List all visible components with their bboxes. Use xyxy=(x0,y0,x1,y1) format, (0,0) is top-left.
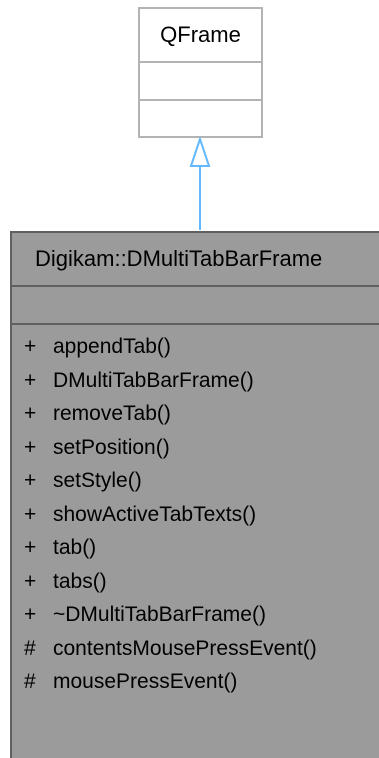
method-name: setPosition() xyxy=(53,435,170,459)
class-methods: + appendTab() + DMultiTabBarFrame() + removeT… xyxy=(12,325,379,699)
method-name: tabs() xyxy=(53,569,107,593)
method-visibility: # xyxy=(24,636,36,660)
method-visibility: + xyxy=(24,502,37,526)
method-name: setStyle() xyxy=(53,469,142,492)
method-name: tab() xyxy=(53,536,97,559)
method-row[interactable]: + tabs() xyxy=(12,565,379,599)
inheritance-arrowhead xyxy=(189,135,211,167)
method-name: contentsMousePressEvent() xyxy=(53,636,317,660)
method-visibility: + xyxy=(24,402,37,425)
method-row[interactable]: # contentsMousePressEvent() xyxy=(12,632,379,666)
method-visibility: + xyxy=(24,335,37,358)
class-attributes xyxy=(12,287,379,325)
method-name: removeTab() xyxy=(53,402,171,425)
class-name: Digikam::DMultiTabBarFrame xyxy=(12,233,379,287)
method-name: DMultiTabBarFrame() xyxy=(53,368,254,392)
parent-class-name: QFrame xyxy=(140,9,261,63)
method-name: showActiveTabTexts() xyxy=(53,502,257,526)
method-visibility: + xyxy=(24,469,37,492)
method-visibility: + xyxy=(24,603,37,626)
method-visibility: + xyxy=(24,569,37,593)
method-row[interactable]: + DMultiTabBarFrame() xyxy=(12,364,379,398)
method-row[interactable]: + showActiveTabTexts() xyxy=(12,498,379,532)
class-dmultitabbarframe[interactable]: Digikam::DMultiTabBarFrame + appendTab() +… xyxy=(10,231,379,758)
parent-class-qframe[interactable]: QFrame xyxy=(138,7,263,138)
method-visibility: # xyxy=(24,670,36,693)
parent-class-methods xyxy=(140,101,261,137)
method-visibility: + xyxy=(24,435,37,459)
method-row[interactable]: # mousePressEvent() xyxy=(12,665,379,699)
method-row[interactable]: + ~DMultiTabBarFrame() xyxy=(12,598,379,632)
method-name: appendTab() xyxy=(53,335,171,358)
parent-class-attributes xyxy=(140,63,261,101)
method-row[interactable]: + setStyle() xyxy=(12,464,379,498)
method-visibility: + xyxy=(24,536,37,559)
method-name: mousePressEvent() xyxy=(53,670,238,693)
method-name: ~DMultiTabBarFrame() xyxy=(53,603,266,626)
method-row[interactable]: + removeTab() xyxy=(12,397,379,431)
method-row[interactable]: + appendTab() xyxy=(12,330,379,364)
method-row[interactable]: + setPosition() xyxy=(12,431,379,465)
method-row[interactable]: + tab() xyxy=(12,531,379,565)
method-visibility: + xyxy=(24,368,37,392)
